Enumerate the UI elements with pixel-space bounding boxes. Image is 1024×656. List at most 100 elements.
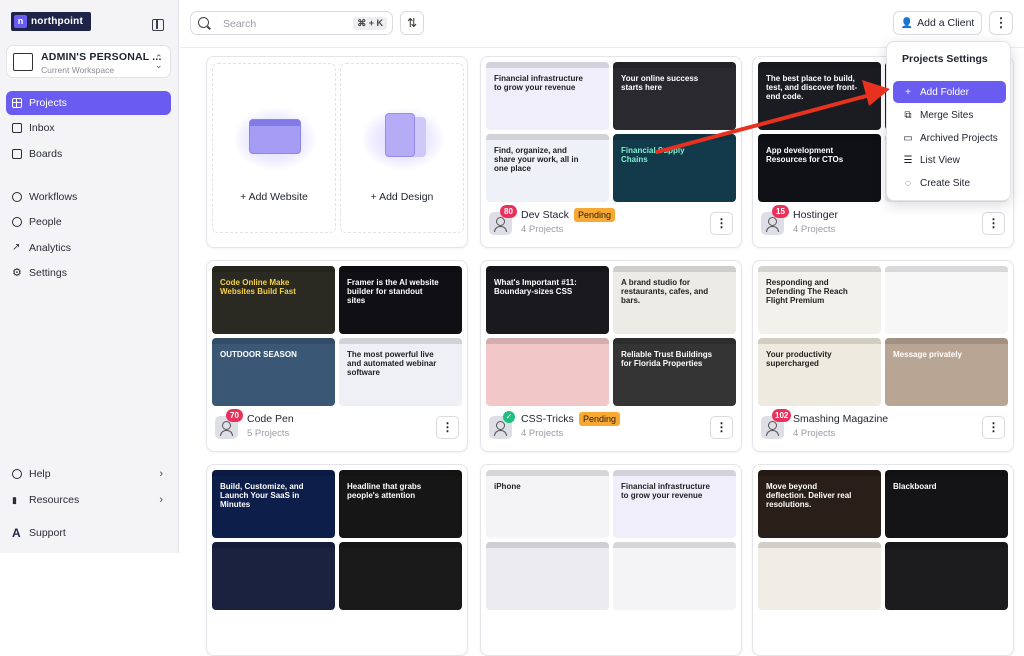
site-thumbnail[interactable]: Financial Supply Chains xyxy=(613,134,736,202)
sidebar-item-projects[interactable]: Projects xyxy=(6,91,171,115)
thumbnail-headline: Code Online Make Websites Build Fast xyxy=(220,278,296,296)
project-thumbnails: Code Online Make Websites Build Fast Fram… xyxy=(212,266,462,406)
sidebar-item-analytics[interactable]: ↗ Analytics xyxy=(6,236,171,260)
sidebar-item-people[interactable]: People xyxy=(6,210,171,234)
person-icon xyxy=(12,217,22,227)
add-design-card[interactable]: + Add Design xyxy=(340,63,464,233)
thumbnail-headline: Reliable Trust Buildings for Florida Pro… xyxy=(621,350,713,368)
thumbnail-headline: A brand studio for restaurants, cafes, a… xyxy=(621,278,709,305)
project-card[interactable]: Code Online Make Websites Build Fast Fram… xyxy=(206,260,468,452)
thumbnail-headline: What's Important #11: Boundary-sizes CSS xyxy=(494,278,577,296)
logo-mark-icon: n xyxy=(14,15,27,28)
site-thumbnail[interactable]: Financial infrastructure to grow your re… xyxy=(486,62,609,130)
sidebar-item-workflows[interactable]: Workflows xyxy=(6,185,171,209)
site-thumbnail[interactable]: Message privately xyxy=(885,338,1008,406)
thumbnail-headline: Blackboard xyxy=(893,482,937,491)
project-thumbnails: Build, Customize, and Launch Your SaaS i… xyxy=(212,470,462,610)
site-thumbnail[interactable]: Framer is the AI website builder for sta… xyxy=(339,266,462,334)
thumbnail-headline: Framer is the AI website builder for sta… xyxy=(347,278,439,305)
search-shortcut: ⌘ + K xyxy=(353,17,387,30)
project-card[interactable]: Financial infrastructure to grow your re… xyxy=(480,56,742,248)
site-thumbnail[interactable] xyxy=(885,266,1008,334)
menu-item-create-site[interactable]: ◌ Create Site xyxy=(893,172,1006,194)
menu-item-archived-projects[interactable]: ▭ Archived Projects xyxy=(893,127,1006,149)
search-placeholder: Search xyxy=(223,18,257,30)
project-card[interactable]: iPhone Financial infrastructure to grow y… xyxy=(480,464,742,656)
sidebar-item-help[interactable]: Help › xyxy=(6,462,171,486)
sidebar-item-boards[interactable]: Boards xyxy=(6,142,171,166)
site-thumbnail[interactable]: iPhone xyxy=(486,470,609,538)
brand-logo[interactable]: n northpoint xyxy=(11,12,91,31)
sidebar-item-label: Settings xyxy=(29,267,67,279)
site-thumbnail[interactable]: Headline that grabs people's attention xyxy=(339,470,462,538)
sidebar-item-settings[interactable]: ⚙ Settings xyxy=(6,261,171,285)
board-icon xyxy=(12,149,22,159)
search-input[interactable]: Search ⌘ + K xyxy=(190,11,393,35)
site-thumbnail[interactable]: Your online success starts here xyxy=(613,62,736,130)
sidebar-item-inbox[interactable]: Inbox xyxy=(6,116,171,140)
thumbnail-headline: App development Resources for CTOs xyxy=(766,146,844,164)
notification-count-badge: 70 xyxy=(226,409,243,422)
site-thumbnail[interactable]: Code Online Make Websites Build Fast xyxy=(212,266,335,334)
site-thumbnail[interactable] xyxy=(885,542,1008,610)
thumbnail-headline: Find, organize, and share your work, all… xyxy=(494,146,579,173)
site-thumbnail[interactable]: What's Important #11: Boundary-sizes CSS xyxy=(486,266,609,334)
site-thumbnail[interactable] xyxy=(486,338,609,406)
more-options-button[interactable]: ⋮ xyxy=(989,11,1013,35)
add-client-button[interactable]: 👤 Add a Client xyxy=(893,11,982,35)
sidebar-item-label: Workflows xyxy=(29,191,78,203)
card-options-button[interactable]: ⋮ xyxy=(982,416,1005,439)
card-options-button[interactable]: ⋮ xyxy=(710,416,733,439)
project-name: Smashing Magazine xyxy=(793,413,889,425)
site-thumbnail[interactable] xyxy=(339,542,462,610)
menu-item-merge-sites[interactable]: ⧉ Merge Sites xyxy=(893,104,1006,126)
project-name: Code Pen xyxy=(247,413,294,425)
project-count: 4 Projects xyxy=(793,224,836,235)
site-thumbnail[interactable] xyxy=(486,542,609,610)
site-thumbnail[interactable]: Move beyond deflection. Deliver real res… xyxy=(758,470,881,538)
menu-item-label: Merge Sites xyxy=(920,109,974,121)
workspace-switcher[interactable]: ADMIN'S PERSONAL ... Current Workspace ⌃… xyxy=(6,45,171,78)
site-thumbnail[interactable]: OUTDOOR SEASON xyxy=(212,338,335,406)
site-thumbnail[interactable] xyxy=(613,542,736,610)
project-card[interactable]: What's Important #11: Boundary-sizes CSS… xyxy=(480,260,742,452)
site-thumbnail[interactable]: Reliable Trust Buildings for Florida Pro… xyxy=(613,338,736,406)
menu-item-label: List View xyxy=(920,154,960,166)
site-thumbnail[interactable]: Build, Customize, and Launch Your SaaS i… xyxy=(212,470,335,538)
thumbnail-headline: Headline that grabs people's attention xyxy=(347,482,422,500)
sidebar-item-resources[interactable]: ▮ Resources › xyxy=(6,488,171,512)
site-thumbnail[interactable]: A brand studio for restaurants, cafes, a… xyxy=(613,266,736,334)
sidebar-item-label: People xyxy=(29,216,62,228)
site-thumbnail[interactable]: Financial infrastructure to grow your re… xyxy=(613,470,736,538)
card-options-button[interactable]: ⋮ xyxy=(436,416,459,439)
menu-item-add-folder[interactable]: + Add Folder xyxy=(893,81,1006,103)
site-thumbnail[interactable]: Find, organize, and share your work, all… xyxy=(486,134,609,202)
site-thumbnail[interactable]: The best place to build, test, and disco… xyxy=(758,62,881,130)
card-options-button[interactable]: ⋮ xyxy=(710,212,733,235)
status-badge: Pending xyxy=(574,208,616,222)
add-website-card[interactable]: + Add Website xyxy=(212,63,336,233)
workflow-icon xyxy=(12,192,22,202)
site-thumbnail[interactable] xyxy=(758,542,881,610)
sort-icon: ⇅ xyxy=(406,16,418,30)
project-card[interactable]: Responding and Defending The Reach Fligh… xyxy=(752,260,1014,452)
site-thumbnail[interactable]: App development Resources for CTOs xyxy=(758,134,881,202)
notification-count-badge: 102 xyxy=(772,409,792,422)
gear-icon: ⚙ xyxy=(12,267,22,279)
search-icon xyxy=(198,17,209,28)
archive-icon: ▭ xyxy=(903,132,913,144)
site-thumbnail[interactable]: Responding and Defending The Reach Fligh… xyxy=(758,266,881,334)
menu-item-list-view[interactable]: ☰ List View xyxy=(893,149,1006,171)
site-thumbnail[interactable] xyxy=(212,542,335,610)
site-thumbnail[interactable]: Blackboard xyxy=(885,470,1008,538)
project-card[interactable]: Move beyond deflection. Deliver real res… xyxy=(752,464,1014,656)
site-thumbnail[interactable]: The most powerful live and automated web… xyxy=(339,338,462,406)
menu-item-label: Add Folder xyxy=(920,86,969,98)
project-card[interactable]: Build, Customize, and Launch Your SaaS i… xyxy=(206,464,468,656)
card-options-button[interactable]: ⋮ xyxy=(982,212,1005,235)
support-link[interactable]: A Support xyxy=(6,521,171,545)
site-thumbnail[interactable]: Your productivity supercharged xyxy=(758,338,881,406)
sidebar-collapse-icon[interactable] xyxy=(152,19,164,31)
add-card-container: + Add Website + Add Design xyxy=(206,56,468,248)
sort-button[interactable]: ⇅ xyxy=(400,11,424,35)
